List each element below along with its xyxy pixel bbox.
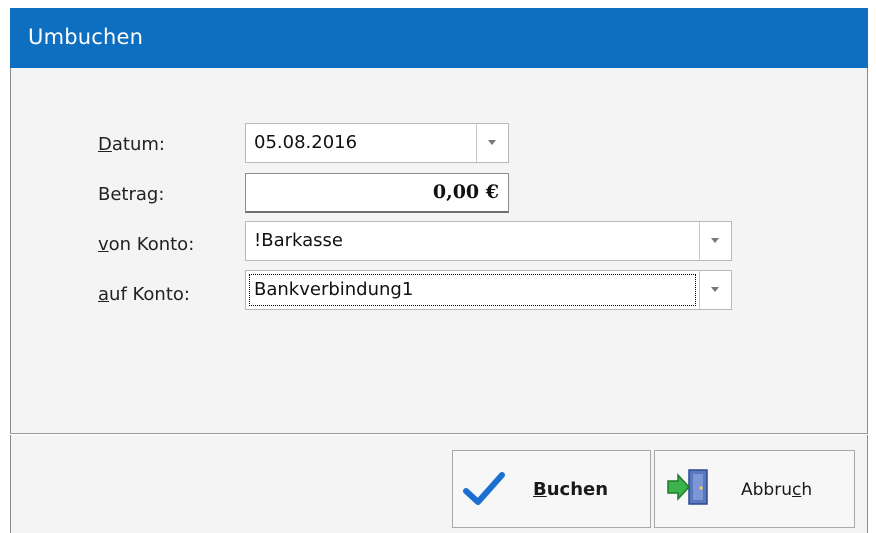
von-konto-label: von Konto:	[98, 234, 195, 255]
auf-konto-label: auf Konto:	[98, 284, 190, 305]
buchen-label: Buchen	[533, 479, 609, 500]
title-bar: Umbuchen	[10, 8, 868, 68]
datum-date-picker[interactable]: 05.08.2016	[245, 123, 509, 163]
checkmark-icon	[463, 471, 505, 511]
betrag-value: 0,00 €	[432, 181, 499, 203]
chevron-down-icon[interactable]	[699, 271, 731, 309]
auf-konto-select[interactable]: Bankverbindung1	[245, 270, 732, 310]
buchen-button[interactable]: Buchen	[452, 450, 651, 528]
abbruch-label: Abbruch	[741, 480, 813, 500]
betrag-label: Betrag:	[98, 184, 165, 205]
datum-value: 05.08.2016	[254, 132, 358, 153]
exit-door-icon	[665, 467, 711, 511]
von-konto-select[interactable]: !Barkasse	[245, 221, 732, 261]
betrag-input[interactable]: 0,00 €	[245, 173, 509, 213]
abbruch-button[interactable]: Abbruch	[654, 450, 855, 528]
von-konto-value: !Barkasse	[254, 230, 343, 251]
chevron-down-icon[interactable]	[476, 124, 508, 162]
datum-label: Datum:	[98, 134, 165, 155]
chevron-down-icon[interactable]	[699, 222, 731, 260]
window-title: Umbuchen	[28, 25, 144, 49]
auf-konto-value: Bankverbindung1	[254, 279, 414, 300]
